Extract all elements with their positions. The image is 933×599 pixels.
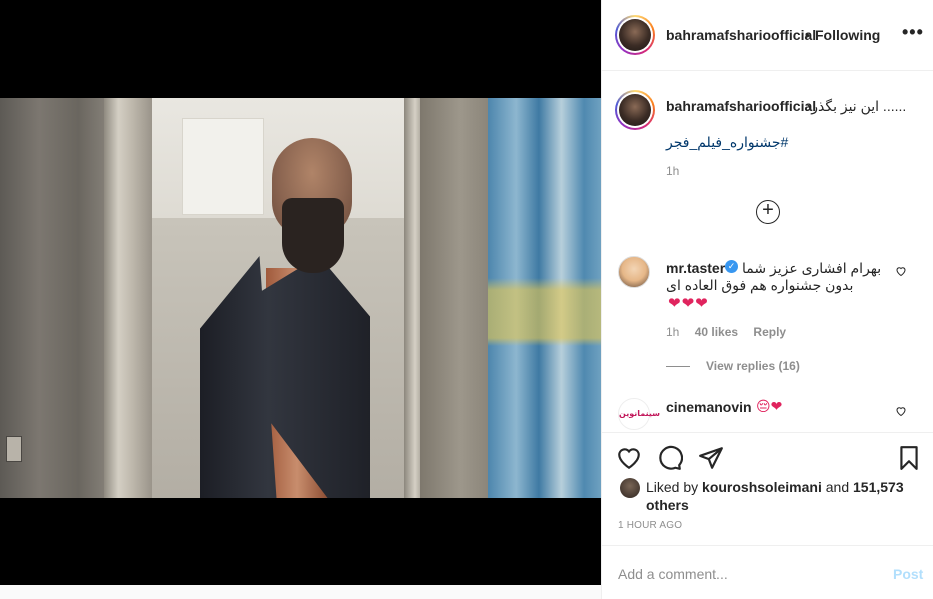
comment-hearts: ❤❤❤ [668,295,709,312]
comment-like-heart-icon[interactable] [895,265,907,277]
caption-hashtag[interactable]: #جشنواره_فیلم_فجر [666,134,788,151]
post-photo[interactable] [0,98,601,498]
photo-wall-left [0,98,112,498]
likes-and: and [825,479,850,495]
comment-likes[interactable]: 40 likes [695,325,738,339]
commenter-avatar[interactable]: سینمانوین [618,398,660,430]
commenter-username[interactable]: mr.taster [666,260,725,276]
post-media[interactable] [0,0,601,585]
comments-list[interactable]: bahramafsharioofficial ...... این نیز بگ… [602,72,933,430]
caption-avatar[interactable] [615,90,655,130]
photo-person [200,138,370,498]
post-timestamp[interactable]: 1 HOUR AGO [618,520,682,531]
post-comment-button[interactable]: Post [893,566,923,582]
commenter-username[interactable]: cinemanovin [666,399,752,415]
view-replies-button[interactable]: View replies (16) [666,359,800,373]
reply-button[interactable]: Reply [753,325,786,339]
comment-emoji: 😔❤ [756,398,783,414]
caption-text: ...... این نیز بگذرد [805,98,907,114]
separator-dot: • [805,27,810,43]
comment-bubble-icon[interactable] [657,445,683,471]
photo-door-frame-left [104,98,152,498]
likes-summary: Liked by kouroshsoleimani and 151,573 ot… [602,476,933,516]
share-paper-plane-icon[interactable] [698,445,724,471]
post-actions [602,432,933,482]
comment-text-line1: بهرام افشاری عزیز شما [742,260,882,276]
comment-text-line2: بدون جشنواره هم فوق العاده ای [666,277,854,293]
commenter-avatar[interactable] [618,256,650,288]
view-replies-label: View replies (16) [706,359,800,373]
comment-like-heart-icon[interactable] [895,405,907,417]
author-avatar[interactable] [615,15,655,55]
verified-badge-icon: ✓ [725,260,738,273]
liker-avatar[interactable] [620,478,640,498]
post-side-panel: bahramafsharioofficial • Following ••• b… [601,0,933,599]
photo-curtain [488,98,601,498]
following-button[interactable]: Following [815,27,880,43]
more-options-icon[interactable]: ••• [902,22,924,43]
save-bookmark-icon[interactable] [896,445,922,471]
caption-username[interactable]: bahramafsharioofficial [666,98,816,114]
liker-username[interactable]: kouroshsoleimani [702,479,822,495]
load-more-comments-icon[interactable]: + [756,200,780,224]
like-heart-icon[interactable] [616,445,642,471]
author-username[interactable]: bahramafsharioofficial [666,27,816,43]
post-header: bahramafsharioofficial • Following ••• [602,0,933,71]
comment-time[interactable]: 1h [666,325,679,339]
likes-prefix: Liked by [646,479,699,495]
comment-input[interactable]: Add a comment... [618,566,728,582]
caption-time[interactable]: 1h [666,164,679,178]
comment-meta: 1h 40 likes Reply [666,325,798,339]
add-comment-bar: Add a comment... Post [602,545,933,599]
